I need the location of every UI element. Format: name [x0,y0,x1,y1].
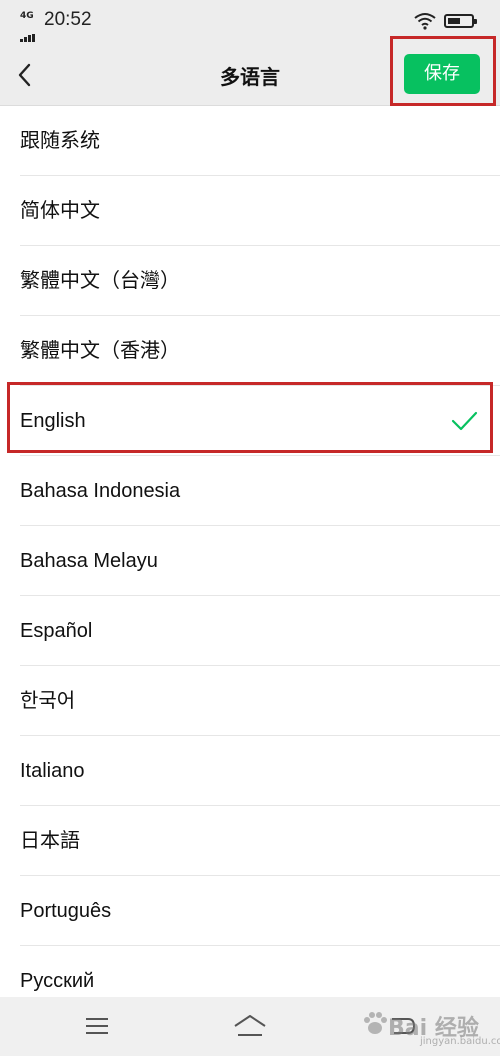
wifi-icon [414,13,436,30]
language-option[interactable]: 简体中文 [0,176,500,246]
signal-icon: 4G [20,11,40,42]
language-option[interactable]: 日本語 [0,806,500,876]
language-label: 繁體中文（香港） [20,340,180,362]
language-label: 简体中文 [20,200,100,222]
language-label: 한국어 [20,690,76,712]
language-label: Русский [20,970,95,992]
language-label: Português [20,900,112,922]
language-label: Italiano [20,760,85,782]
status-time: 20:52 [44,9,92,30]
language-option[interactable]: 한국어 [0,666,500,736]
battery-icon [444,14,477,28]
language-option[interactable]: 繁體中文（台灣） [0,246,500,316]
checkmark-icon [451,411,478,431]
language-list: 跟随系统 简体中文 繁體中文（台灣） 繁體中文（香港） English Baha… [0,106,500,996]
language-label: 繁體中文（台灣） [20,270,180,292]
language-label: 跟随系统 [20,130,100,152]
save-button[interactable]: 保存 [404,54,480,94]
language-label: Bahasa Indonesia [20,480,181,502]
menu-icon[interactable] [84,1015,110,1037]
language-label: 日本語 [20,830,80,852]
language-option[interactable]: Português [0,876,500,946]
language-option[interactable]: Español [0,596,500,666]
language-label: Bahasa Melayu [20,550,158,572]
language-option[interactable]: Bahasa Indonesia [0,456,500,526]
home-icon[interactable] [232,1013,268,1039]
language-label: Español [20,620,93,642]
language-label: English [20,410,86,432]
baidu-watermark: Bai 经验 jingyan.baidu.com [360,1000,500,1052]
language-option[interactable]: Italiano [0,736,500,806]
language-option[interactable]: Bahasa Melayu [0,526,500,596]
language-option[interactable]: 繁體中文（香港） [0,316,500,386]
language-option[interactable]: 跟随系统 [0,106,500,176]
watermark-url: jingyan.baidu.com [420,1036,500,1047]
paw-logo-icon [364,1012,387,1034]
language-option-selected[interactable]: English [0,386,500,456]
network-type: 4G [20,11,34,21]
language-option[interactable]: Русский [0,946,500,996]
